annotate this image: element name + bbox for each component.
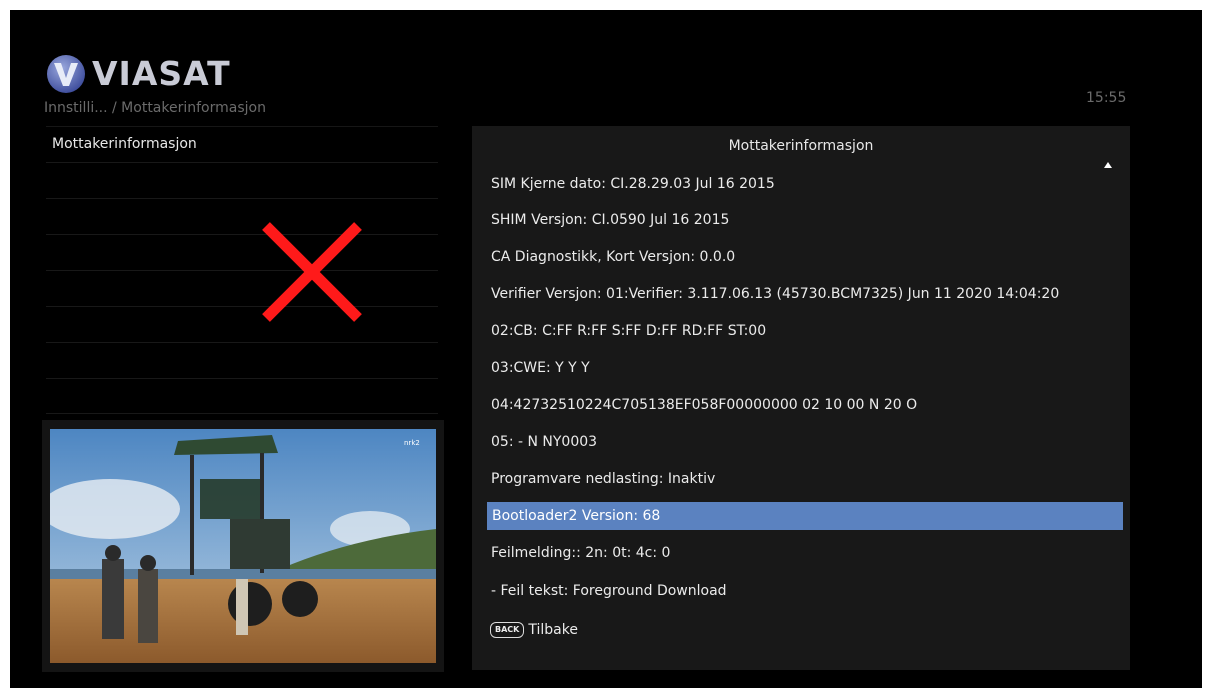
info-row[interactable]: Verifier Versjon: 01:Verifier: 3.117.06.… [486,280,1122,308]
panel-title: Mottakerinformasjon [728,138,874,154]
settings-menu: Mottakerinformasjon [46,126,438,414]
menu-row-empty [46,306,438,342]
back-button[interactable]: BACK Tilbake [490,622,578,638]
menu-row-empty [46,162,438,198]
channel-badge: nrk2 [404,439,420,447]
menu-item-label: Mottakerinformasjon [52,136,197,152]
info-row[interactable]: Programvare nedlasting: Inaktiv [486,465,1122,493]
info-row[interactable]: 03:CWE: Y Y Y [486,354,1122,382]
receiver-info-panel: Mottakerinformasjon SIM Kjerne dato: CI.… [472,126,1130,670]
info-row-selected[interactable]: Bootloader2 Version: 68 [487,502,1123,530]
info-row[interactable]: CA Diagnostikk, Kort Versjon: 0.0.0 [486,243,1122,271]
menu-row-empty [46,234,438,270]
info-row[interactable]: Feilmelding:: 2n: 0t: 4c: 0 [486,539,1122,567]
viasat-v-logo-icon [47,55,85,93]
info-row[interactable]: - Feil tekst: Foreground Download [486,577,1122,605]
red-x-mark-icon [262,222,362,322]
viasat-logo: VIASAT [46,54,231,94]
info-row[interactable]: 04:42732510224C705138EF058F00000000 02 1… [486,391,1122,419]
info-row[interactable]: SHIM Versjon: CI.0590 Jul 16 2015 [486,206,1122,234]
info-row[interactable]: 05: - N NY0003 [486,428,1122,456]
menu-row-empty [46,270,438,306]
menu-row-empty [46,198,438,234]
tv-screen: VIASAT Innstilli... / Mottakerinformasjo… [10,10,1202,688]
clock: 15:55 [1086,90,1127,106]
brand-name: VIASAT [92,54,231,93]
breadcrumb: Innstilli... / Mottakerinformasjon [44,100,266,116]
menu-row-empty [46,342,438,378]
scroll-up-arrow-icon[interactable] [1104,162,1112,168]
menu-row-empty [46,378,438,414]
info-row[interactable]: SIM Kjerne dato: CI.28.29.03 Jul 16 2015 [486,170,1122,198]
menu-item-mottakerinformasjon[interactable]: Mottakerinformasjon [46,126,438,162]
back-key-icon: BACK [490,622,525,638]
info-row[interactable]: 02:CB: C:FF R:FF S:FF D:FF RD:FF ST:00 [486,317,1122,345]
preview-video-frame: nrk2 [50,429,436,663]
live-tv-preview[interactable]: nrk2 [42,420,444,672]
back-label: Tilbake [528,622,578,638]
